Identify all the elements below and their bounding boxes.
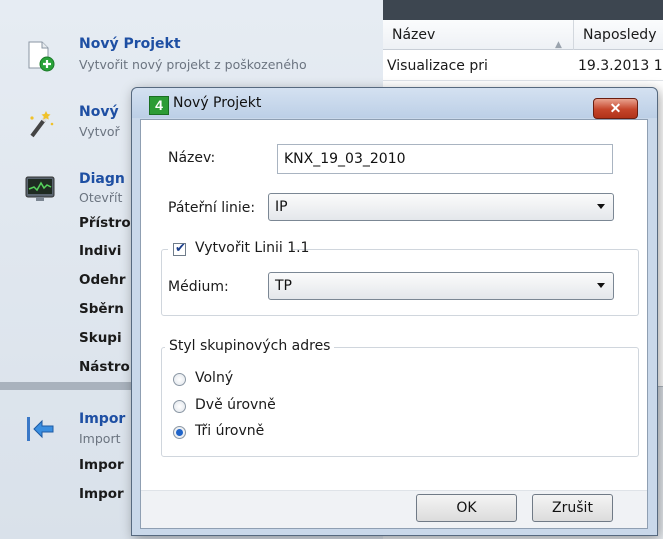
dropdown-arrow-icon [597,204,605,209]
wizard-icon [24,108,56,140]
radio-button-selected[interactable] [173,426,186,439]
radio-button[interactable] [173,400,186,413]
radio-dot-icon [176,429,183,436]
medium-value: TP [275,278,292,294]
dialog-title: Nový Projekt [173,95,262,111]
cancel-button[interactable]: Zrušit [532,494,613,522]
create-line-label: Vytvořit Linii 1.1 [195,240,310,256]
ok-button[interactable]: OK [416,494,517,522]
task-subtitle: Import [79,431,121,446]
radio-label: Volný [195,370,234,386]
sort-up-icon: ▲ [555,40,562,50]
task-subtitle: Vytvořit nový projekt z poškozeného [79,57,307,72]
dialog-title-bar[interactable]: 4 Nový Projekt ✕ [132,88,657,119]
radio-label: Tři úrovně [195,423,265,439]
task-title[interactable]: Nový [79,104,119,120]
radio-option-two-level[interactable]: Dvě úrovně [173,397,373,417]
medium-label: Médium: [168,279,229,295]
backbone-label: Páteřní linie: [168,200,256,216]
task-title[interactable]: Diagn [79,171,125,187]
dialog-footer: OK Zrušit [141,490,647,528]
close-button[interactable]: ✕ [593,98,638,119]
project-name-input[interactable]: KNX_19_03_2010 [277,144,613,174]
close-icon: ✕ [609,100,622,116]
create-line-checkbox[interactable]: ✔ [173,241,186,256]
task-subtitle: Otevřít [79,190,123,205]
create-line-checkbox-row[interactable]: ✔ Vytvořit Linii 1.1 [168,240,309,258]
radio-option-free[interactable]: Volný [173,370,373,390]
diagnostics-item[interactable]: Přístro [79,215,131,231]
group-address-style-legend: Styl skupinových adres [165,338,335,354]
radio-label: Dvě úrovně [195,397,276,413]
new-project-icon [24,40,56,72]
column-header-label: Název [392,27,436,43]
list-header: Název ▲ Naposledy [383,20,663,50]
diagnostics-item[interactable]: Skupi [79,330,122,346]
table-cell: 19.3.2013 1 [578,58,663,74]
backbone-select[interactable]: IP [268,193,614,221]
diagnostics-item[interactable]: Nástro [79,359,130,375]
check-mark-icon: ✔ [175,241,186,256]
dialog-content: Název: KNX_19_03_2010 Páteřní linie: IP … [140,119,648,529]
name-label: Název: [168,150,216,166]
task-subtitle: Vytvoř [79,124,120,139]
task-title[interactable]: Nový Projekt [79,36,181,52]
column-header-name[interactable]: Název ▲ [383,20,574,50]
column-header-last-opened[interactable]: Naposledy [574,20,663,50]
new-project-dialog: 4 Nový Projekt ✕ Název: KNX_19_03_2010 P… [131,87,658,536]
radio-button[interactable] [173,373,186,386]
medium-select[interactable]: TP [268,272,614,300]
project-name-value: KNX_19_03_2010 [284,151,406,167]
diagnostics-item[interactable]: Odehr [79,272,126,288]
task-title[interactable]: Impor [79,411,125,427]
diagnostics-item[interactable]: Indivi [79,243,121,259]
import-arrow-icon [24,413,56,445]
diagnostics-item[interactable]: Sběrn [79,301,124,317]
table-cell: Visualizace pri [387,58,488,74]
radio-option-three-level[interactable]: Tři úrovně [173,423,373,443]
diagnostics-icon [24,173,56,205]
list-toolbar [383,0,663,20]
backbone-value: IP [275,199,288,215]
table-row[interactable]: Visualizace pri 19.3.2013 1 [383,51,663,81]
import-item[interactable]: Impor [79,457,124,473]
app-logo-icon: 4 [149,96,169,115]
dropdown-arrow-icon [597,283,605,288]
import-item[interactable]: Impor [79,486,124,502]
